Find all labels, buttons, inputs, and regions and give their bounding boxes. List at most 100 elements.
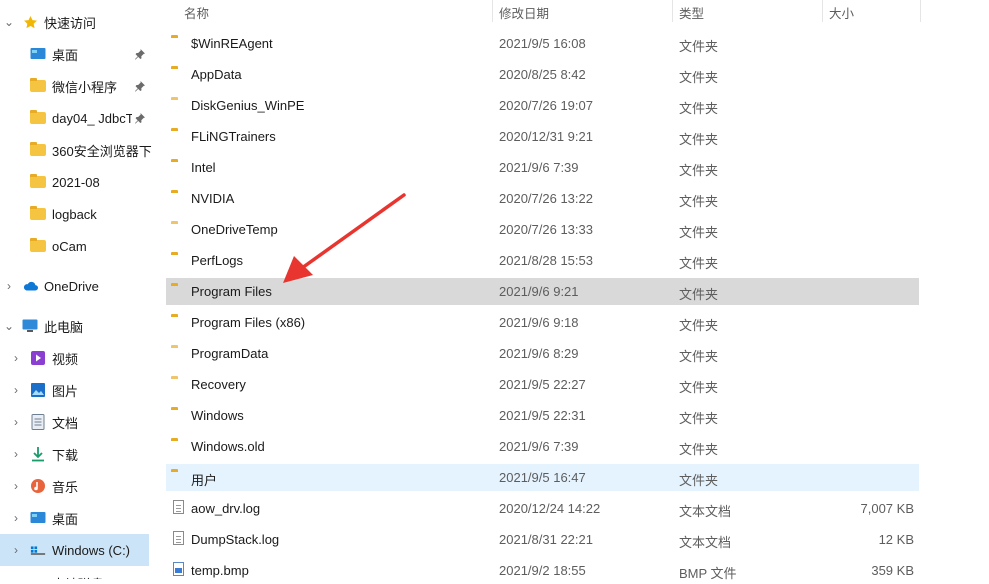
- column-divider[interactable]: [822, 0, 823, 22]
- file-name: Recovery: [191, 377, 246, 392]
- chevron-right-icon[interactable]: ›: [9, 543, 23, 557]
- nav-pc-item[interactable]: › 视频: [0, 342, 152, 374]
- column-divider[interactable]: [672, 0, 673, 22]
- column-divider[interactable]: [920, 0, 921, 22]
- file-date: 2021/9/5 16:47: [499, 470, 586, 485]
- file-row[interactable]: ProgramData 2021/9/6 8:29 文件夹: [166, 340, 919, 367]
- file-name: 用户: [191, 473, 218, 488]
- folder-icon: [30, 206, 46, 221]
- file-type: 文本文档: [679, 504, 732, 519]
- file-date: 2021/8/28 15:53: [499, 253, 593, 268]
- folder-icon: [30, 174, 46, 189]
- nav-pc-item[interactable]: › 文档: [0, 406, 152, 438]
- file-row[interactable]: Program Files (x86) 2021/9/6 9:18 文件夹: [166, 309, 919, 336]
- nav-pinned-item[interactable]: 微信小程序: [0, 70, 152, 102]
- column-date-header[interactable]: 修改日期: [499, 3, 549, 22]
- nav-pinned-item[interactable]: 桌面: [0, 38, 152, 70]
- file-row[interactable]: OneDriveTemp 2020/7/26 13:33 文件夹: [166, 216, 919, 243]
- file-name: OneDriveTemp: [191, 222, 278, 237]
- file-size: 7,007 KB: [860, 501, 915, 516]
- chevron-right-icon[interactable]: ›: [9, 479, 23, 493]
- file-type: 文件夹: [679, 70, 719, 85]
- file-row[interactable]: temp.bmp 2021/9/2 18:55 BMP 文件 359 KB: [166, 557, 919, 584]
- file-date: 2020/7/26 19:07: [499, 98, 593, 113]
- column-header: 名称 修改日期 类型 大小: [152, 0, 989, 22]
- file-row[interactable]: $WinREAgent 2021/9/5 16:08 文件夹: [166, 30, 919, 57]
- file-row[interactable]: FLiNGTrainers 2020/12/31 9:21 文件夹: [166, 123, 919, 150]
- chevron-down-icon[interactable]: ⌄: [2, 15, 16, 29]
- drive-icon: [30, 543, 46, 557]
- file-row[interactable]: PerfLogs 2021/8/28 15:53 文件夹: [166, 247, 919, 274]
- file-size: 359 KB: [871, 563, 914, 578]
- file-type: 文件夹: [679, 163, 719, 178]
- file-row[interactable]: Intel 2021/9/6 7:39 文件夹: [166, 154, 919, 181]
- file-name: DumpStack.log: [191, 532, 280, 547]
- chevron-right-icon[interactable]: ›: [9, 351, 23, 365]
- nav-this-pc[interactable]: ⌄ 此电脑: [0, 310, 152, 342]
- nav-onedrive[interactable]: › OneDrive: [0, 270, 152, 302]
- nav-pinned-item[interactable]: day04_ JdbcTe: [0, 102, 152, 134]
- nav-item-label: logback: [52, 206, 97, 222]
- downloads-icon: [30, 447, 46, 462]
- nav-item-label: 快速访问: [44, 15, 97, 31]
- file-type: 文件夹: [679, 287, 719, 302]
- file-row[interactable]: DumpStack.log 2021/8/31 22:21 文本文档 12 KB: [166, 526, 919, 553]
- file-name: ProgramData: [191, 346, 269, 361]
- chevron-right-icon[interactable]: ›: [9, 447, 23, 461]
- nav-quick-access[interactable]: ⌄ 快速访问: [0, 6, 152, 38]
- nav-item-label: oCam: [52, 238, 87, 254]
- file-type: 文件夹: [679, 411, 719, 426]
- nav-pinned-item[interactable]: 2021-08: [0, 166, 152, 198]
- nav-pc-item[interactable]: › 下载: [0, 438, 152, 470]
- nav-pinned-item[interactable]: 360安全浏览器下载: [0, 134, 152, 166]
- file-type: 文件夹: [679, 132, 719, 147]
- nav-pc-item[interactable]: › 桌面: [0, 502, 152, 534]
- file-type: 文件夹: [679, 380, 719, 395]
- file-name: temp.bmp: [191, 563, 249, 578]
- column-size-header[interactable]: 大小: [829, 3, 854, 22]
- nav-item-label: 图片: [52, 383, 79, 399]
- nav-item-label: 视频: [52, 351, 79, 367]
- file-row[interactable]: Windows 2021/9/5 22:31 文件夹: [166, 402, 919, 429]
- nav-pinned-item[interactable]: logback: [0, 198, 152, 230]
- file-date: 2020/7/26 13:33: [499, 222, 593, 237]
- chevron-down-icon[interactable]: ⌄: [2, 319, 16, 333]
- chevron-right-icon[interactable]: ›: [9, 511, 23, 525]
- nav-item-label: 此电脑: [44, 319, 84, 335]
- file-row[interactable]: Program Files 2021/9/6 9:21 文件夹: [166, 278, 919, 305]
- file-date: 2021/9/5 16:08: [499, 36, 586, 51]
- chevron-right-icon[interactable]: ›: [9, 383, 23, 397]
- file-row[interactable]: DiskGenius_WinPE 2020/7/26 19:07 文件夹: [166, 92, 919, 119]
- file-row[interactable]: Recovery 2021/9/5 22:27 文件夹: [166, 371, 919, 398]
- file-date: 2021/9/6 9:21: [499, 284, 579, 299]
- text-file-icon: [173, 531, 184, 545]
- nav-item-label: 本地磁盘 (D:): [52, 574, 129, 580]
- file-row[interactable]: Windows.old 2021/9/6 7:39 文件夹: [166, 433, 919, 460]
- column-name-header[interactable]: 名称: [184, 3, 209, 22]
- file-row[interactable]: 用户 2021/9/5 16:47 文件夹: [166, 464, 919, 491]
- nav-pc-item[interactable]: › 图片: [0, 374, 152, 406]
- nav-pc-item[interactable]: › Windows (C:): [0, 534, 149, 566]
- file-date: 2021/9/2 18:55: [499, 563, 586, 578]
- nav-item-label: 文档: [52, 415, 79, 431]
- nav-item-label: day04_ JdbcTe: [52, 110, 132, 126]
- chevron-right-icon[interactable]: ›: [2, 279, 16, 293]
- pin-icon: [134, 112, 146, 124]
- file-date: 2021/9/5 22:31: [499, 408, 586, 423]
- nav-pc-item[interactable]: ›本地磁盘 (D:): [0, 567, 152, 579]
- chevron-right-icon[interactable]: ›: [9, 415, 23, 429]
- file-row[interactable]: aow_drv.log 2020/12/24 14:22 文本文档 7,007 KB: [166, 495, 919, 522]
- file-row[interactable]: AppData 2020/8/25 8:42 文件夹: [166, 61, 919, 88]
- column-divider[interactable]: [492, 0, 493, 22]
- file-size: 12 KB: [878, 532, 914, 547]
- nav-pinned-item[interactable]: oCam: [0, 230, 152, 262]
- file-name: Program Files: [191, 284, 272, 299]
- folder-icon: [30, 238, 46, 253]
- image-file-icon: [173, 562, 184, 576]
- nav-pc-item[interactable]: › 音乐: [0, 470, 152, 502]
- file-row[interactable]: NVIDIA 2020/7/26 13:22 文件夹: [166, 185, 919, 212]
- nav-item-label: Windows (C:): [52, 542, 131, 558]
- column-type-header[interactable]: 类型: [679, 3, 704, 22]
- music-icon: [30, 479, 46, 493]
- star-icon: [22, 15, 38, 29]
